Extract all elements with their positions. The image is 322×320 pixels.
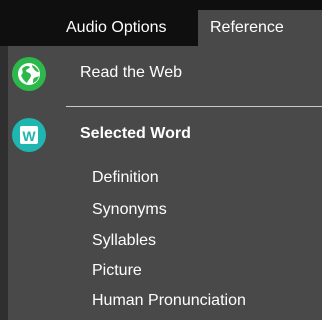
submenu-item-picture[interactable]: Picture	[92, 259, 142, 283]
menu-item-label: Selected Word	[80, 125, 191, 142]
tab-audio-options[interactable]: Audio Options	[56, 10, 198, 46]
submenu-item-definition[interactable]: Definition	[92, 166, 159, 190]
menu-divider	[66, 106, 322, 107]
globe-icon	[12, 57, 46, 91]
submenu-item-human-pronunciation[interactable]: Human Pronunciation	[92, 289, 246, 313]
menu-item-selected-word[interactable]: W Selected Word	[0, 114, 322, 156]
word-icon-letter: W	[22, 128, 36, 144]
menu-item-read-the-web[interactable]: Read the Web	[0, 52, 322, 96]
submenu-item-syllables[interactable]: Syllables	[92, 229, 156, 253]
reference-dropdown-menu: Audio Options Reference Read the Web W S…	[0, 0, 322, 320]
menu-item-label: Read the Web	[80, 64, 182, 81]
tab-reference[interactable]: Reference	[198, 10, 322, 46]
menu-bar: Audio Options Reference	[0, 0, 322, 46]
submenu-item-synonyms[interactable]: Synonyms	[92, 198, 167, 222]
window-edge	[0, 0, 8, 320]
word-w-icon: W	[12, 118, 46, 152]
